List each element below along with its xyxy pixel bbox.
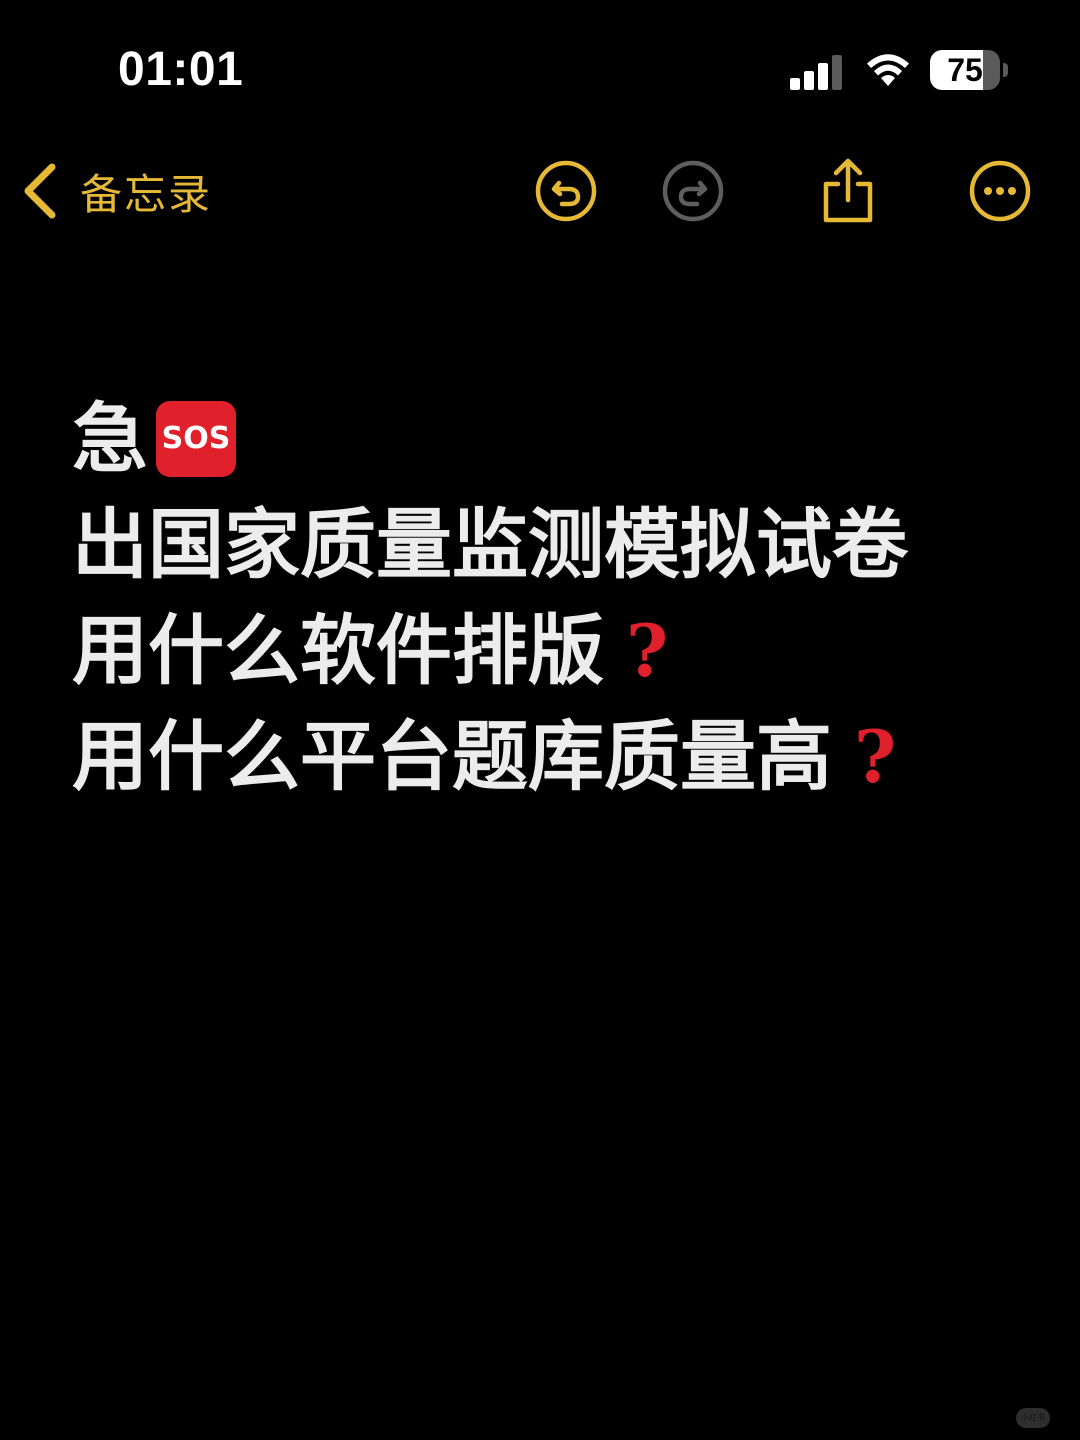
share-icon xyxy=(823,158,873,223)
status-time: 01:01 xyxy=(118,43,244,96)
note-line: 用什么软件排版 ? xyxy=(72,598,1012,704)
battery-level: 75 xyxy=(947,52,983,88)
sos-emoji-icon: SOS xyxy=(156,401,236,477)
battery-tip xyxy=(1003,63,1008,77)
more-button[interactable] xyxy=(967,158,1033,224)
redo-icon xyxy=(662,160,724,222)
note-line: 用什么平台题库质量高 ? xyxy=(72,704,1012,810)
back-button[interactable]: 备忘录 xyxy=(18,158,212,224)
red-question-mark-icon: ? xyxy=(626,608,669,693)
red-question-mark-icon: ? xyxy=(854,714,897,799)
undo-icon xyxy=(535,160,597,222)
note-body[interactable]: 急 SOS 出国家质量监测模拟试卷 用什么软件排版 ? 用什么平台题库质量高 ? xyxy=(72,386,1012,810)
status-bar: 01:01 75 xyxy=(0,0,1080,140)
battery-indicator: 75 xyxy=(930,50,1010,92)
share-button[interactable] xyxy=(815,158,881,224)
undo-button[interactable] xyxy=(533,158,599,224)
note-line: 出国家质量监测模拟试卷 xyxy=(72,492,1012,598)
wifi-icon xyxy=(867,54,909,86)
watermark-logo: 小红书 xyxy=(1016,1408,1050,1428)
more-icon xyxy=(969,160,1031,222)
nav-bar: 备忘录 xyxy=(0,140,1080,250)
redo-button[interactable] xyxy=(660,158,726,224)
note-line-text: 用什么软件排版 xyxy=(72,606,604,695)
note-line-text: 急 xyxy=(72,394,148,483)
back-label: 备忘录 xyxy=(80,169,213,219)
note-line-text: 出国家质量监测模拟试卷 xyxy=(72,500,908,589)
battery-body: 75 xyxy=(930,50,1000,90)
chevron-left-icon xyxy=(24,163,56,219)
note-line-text: 用什么平台题库质量高 xyxy=(72,712,832,801)
note-line: 急 SOS xyxy=(72,386,1012,492)
cellular-signal-icon xyxy=(790,55,842,90)
